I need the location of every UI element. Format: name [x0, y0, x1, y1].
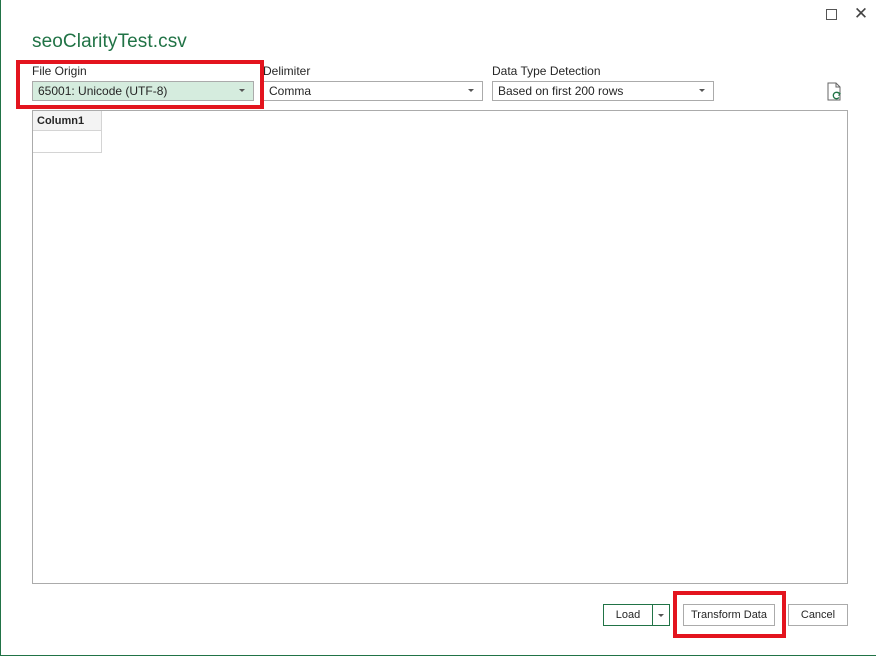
close-icon: ✕ [853, 4, 869, 23]
table-cell [33, 131, 102, 153]
close-button[interactable]: ✕ [850, 4, 872, 24]
chevron-down-icon [658, 613, 664, 617]
file-origin-label: File Origin [32, 64, 87, 78]
data-type-detection-label: Data Type Detection [492, 64, 601, 78]
column-header: Column1 [33, 111, 102, 131]
refresh-file-icon[interactable] [826, 82, 844, 102]
file-origin-value: 65001: Unicode (UTF-8) [38, 84, 168, 98]
maximize-icon [825, 8, 837, 20]
chevron-down-icon [239, 89, 245, 92]
maximize-button[interactable] [820, 4, 842, 24]
load-dropdown-button[interactable] [652, 604, 670, 626]
data-type-detection-select[interactable]: Based on first 200 rows [492, 81, 714, 101]
dialog-title: seoClarityTest.csv [32, 31, 187, 52]
data-preview-table: Column1 [32, 110, 848, 584]
load-button[interactable]: Load [603, 604, 653, 626]
file-origin-select[interactable]: 65001: Unicode (UTF-8) [32, 81, 254, 101]
chevron-down-icon [699, 89, 705, 92]
delimiter-select[interactable]: Comma [263, 81, 483, 101]
delimiter-value: Comma [269, 84, 312, 98]
chevron-down-icon [468, 89, 474, 92]
import-dialog: ✕ seoClarityTest.csv File Origin 65001: … [0, 0, 876, 656]
cancel-button[interactable]: Cancel [788, 604, 848, 626]
data-type-detection-value: Based on first 200 rows [498, 84, 624, 98]
transform-data-button[interactable]: Transform Data [683, 604, 775, 626]
delimiter-label: Delimiter [263, 64, 311, 78]
